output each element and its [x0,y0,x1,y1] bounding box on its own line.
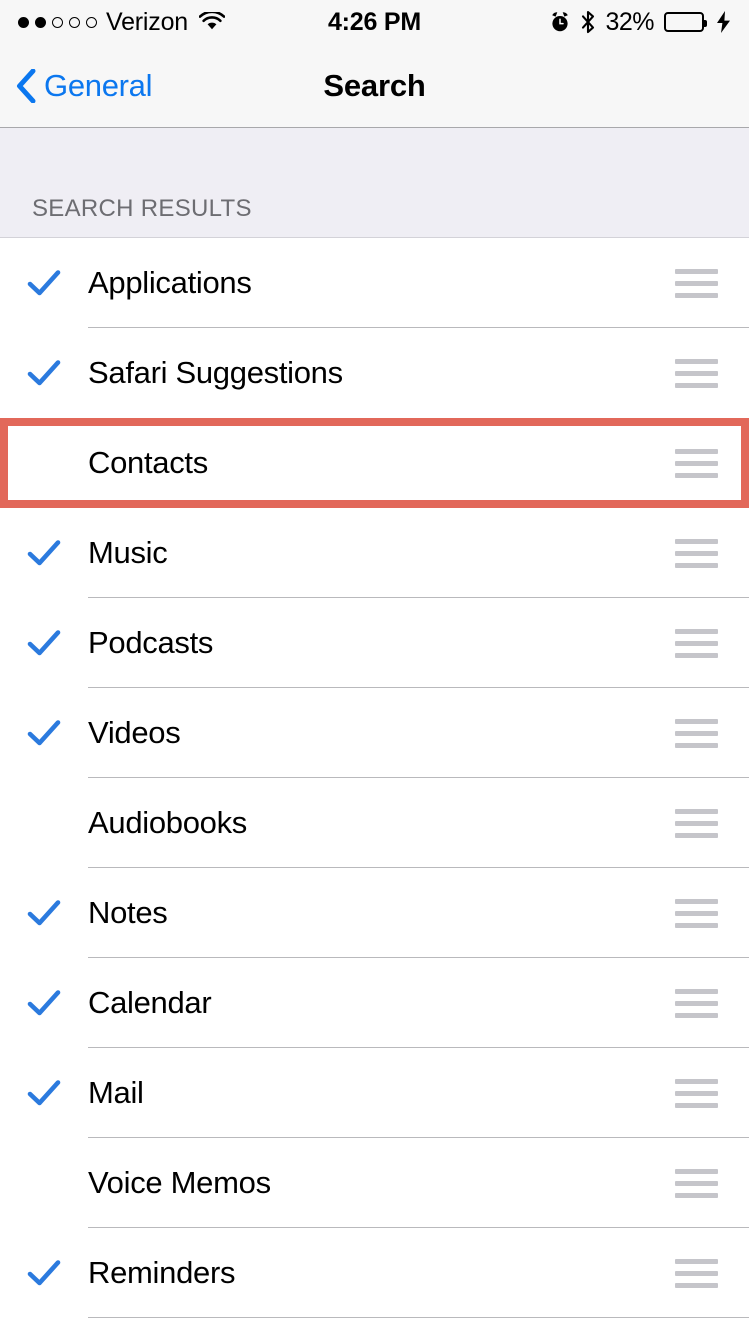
status-bar-right: 32% [549,8,731,37]
reorder-grip-icon[interactable] [675,718,718,748]
checkmark-icon [27,626,61,660]
signal-dot [86,16,97,28]
status-bar-left: Verizon [18,7,226,37]
row-checkmark-slot[interactable] [0,1076,88,1110]
reorder-grip-icon[interactable] [675,898,718,928]
row-checkmark-slot[interactable] [0,986,88,1020]
row-label: Podcasts [88,625,214,660]
reorder-grip-icon[interactable] [675,808,718,838]
checkmark-icon [27,1076,61,1110]
cellular-signal-dots [18,16,97,28]
reorder-grip-icon[interactable] [675,628,718,658]
search-result-row[interactable]: Mail [0,1048,749,1138]
reorder-grip-icon[interactable] [675,1258,718,1288]
lightning-bolt-icon [716,11,731,33]
row-label: Contacts [88,445,208,480]
checkmark-icon [27,1256,61,1290]
row-label: Music [88,535,168,570]
checkmark-icon [27,266,61,300]
row-label: Videos [88,715,181,750]
back-button-label: General [44,67,153,103]
signal-dot [69,16,80,28]
reorder-grip-icon[interactable] [675,1078,718,1108]
checkmark-icon [27,716,61,750]
search-results-list: Applications Safari Suggestions Contacts Mu… [0,238,749,1318]
checkmark-icon [27,356,61,390]
search-result-row[interactable]: Music [0,508,749,598]
navigation-bar: General Search [0,44,749,128]
search-result-row[interactable]: Voice Memos [0,1138,749,1228]
section-header-label: SEARCH RESULTS [32,195,252,222]
row-separator [88,1317,749,1318]
row-checkmark-slot[interactable] [0,356,88,390]
signal-dot [35,16,46,28]
alarm-clock-icon [549,11,571,33]
status-bar: Verizon 4:26 PM 32% [0,0,749,44]
row-checkmark-slot[interactable] [0,1256,88,1290]
section-header-search-results: SEARCH RESULTS [0,128,749,238]
row-checkmark-slot[interactable] [0,716,88,750]
reorder-grip-icon[interactable] [675,538,718,568]
checkmark-icon [27,986,61,1020]
signal-dot [52,16,63,28]
row-label: Notes [88,895,168,930]
search-result-row[interactable]: Applications [0,238,749,328]
search-result-row[interactable]: Audiobooks [0,778,749,868]
row-label: Applications [88,265,252,300]
search-result-row[interactable]: Contacts [0,418,749,508]
search-result-row[interactable]: Podcasts [0,598,749,688]
search-result-row[interactable]: Calendar [0,958,749,1048]
wifi-icon [198,10,226,32]
row-label: Audiobooks [88,805,248,840]
reorder-grip-icon[interactable] [675,358,718,388]
search-result-row[interactable]: Reminders [0,1228,749,1318]
reorder-grip-icon[interactable] [675,988,718,1018]
row-label: Voice Memos [88,1165,271,1200]
row-label: Mail [88,1075,144,1110]
reorder-grip-icon[interactable] [675,268,718,298]
row-checkmark-slot[interactable] [0,626,88,660]
row-label: Calendar [88,985,212,1020]
checkmark-icon [27,536,61,570]
checkmark-icon [27,896,61,930]
row-label: Safari Suggestions [88,355,343,390]
row-checkmark-slot[interactable] [0,896,88,930]
battery-icon [664,12,707,32]
search-result-row[interactable]: Notes [0,868,749,958]
signal-dot [18,16,29,28]
row-label: Reminders [88,1255,236,1290]
carrier-name: Verizon [106,7,188,36]
reorder-grip-icon[interactable] [675,448,718,478]
back-button-general[interactable]: General [0,68,152,104]
row-checkmark-slot[interactable] [0,536,88,570]
chevron-left-icon [16,68,36,103]
search-result-row[interactable]: Safari Suggestions [0,328,749,418]
bluetooth-icon [580,10,596,34]
battery-percentage: 32% [605,7,654,36]
row-checkmark-slot[interactable] [0,266,88,300]
reorder-grip-icon[interactable] [675,1168,718,1198]
search-result-row[interactable]: Videos [0,688,749,778]
